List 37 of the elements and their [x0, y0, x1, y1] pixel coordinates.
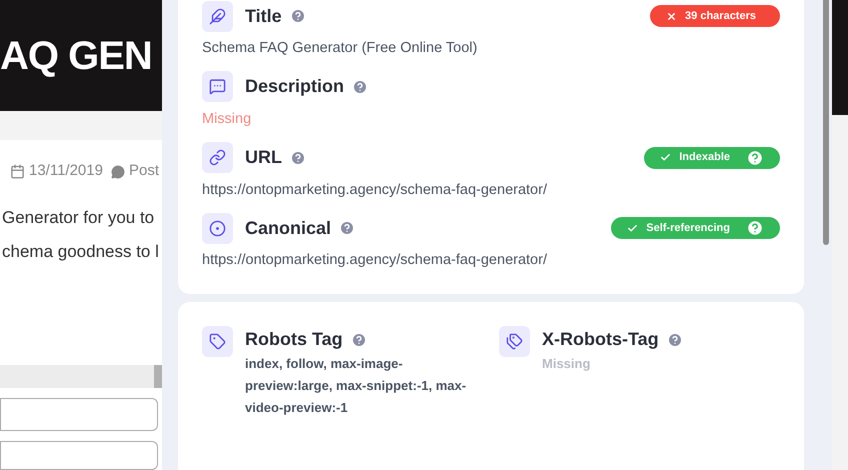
article-text: Generator for you to [2, 206, 156, 229]
field-value: Schema FAQ Generator (Free Online Tool) [202, 39, 478, 58]
field-label: Robots Tag [245, 328, 343, 351]
post-category[interactable]: Post [128, 160, 159, 183]
field-value: Missing [542, 355, 592, 373]
banner-title: AQ GEN [0, 32, 152, 80]
help-icon[interactable] [746, 219, 764, 238]
badge-text: Indexable [679, 150, 730, 166]
target-icon [202, 212, 233, 244]
comment-icon [110, 164, 125, 178]
post-date: 13/11/2019 [29, 161, 103, 182]
calendar-icon [10, 164, 25, 179]
field-label: Title [245, 4, 282, 28]
field-value: Missing [202, 110, 252, 129]
input-field[interactable] [0, 398, 158, 431]
check-icon [660, 152, 672, 163]
scrollbar-thumb[interactable] [823, 0, 829, 245]
check-icon [627, 222, 638, 234]
field-label: Description [245, 75, 344, 98]
chat-icon [202, 71, 233, 102]
input-field[interactable] [0, 440, 158, 470]
cross-icon [666, 10, 678, 22]
field-label: URL [245, 146, 282, 169]
field-value: https://ontopmarketing.agency/schema-faq-generator/ [202, 251, 548, 270]
tags-icon [499, 326, 530, 357]
help-icon[interactable] [746, 148, 764, 166]
field-value: index, follow, max-image-preview:large, max-snippet:-1, max-video-preview:-1 [245, 355, 468, 417]
feather-icon [202, 0, 233, 32]
tag-icon [202, 326, 233, 357]
badge-text: 39 characters [685, 8, 756, 24]
field-label: Canonical [245, 216, 332, 240]
field-label: X-Robots-Tag [542, 328, 659, 351]
field-value: https://ontopmarketing.agency/schema-faq-generator/ [202, 180, 548, 200]
badge-text: Self-referencing [646, 221, 730, 236]
scrollbar-thumb[interactable] [154, 364, 162, 388]
article-text: chema goodness to l [2, 241, 160, 264]
link-icon [202, 142, 233, 173]
